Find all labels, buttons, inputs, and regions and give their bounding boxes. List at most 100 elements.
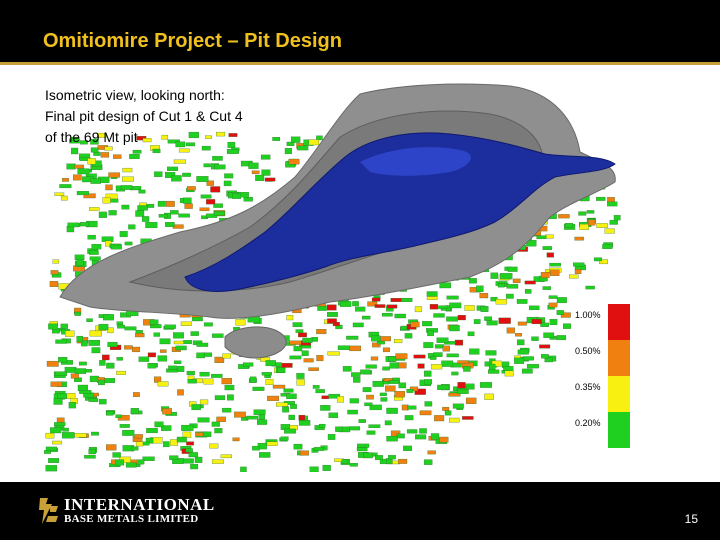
grade-block [60,323,68,329]
grade-block [389,362,399,369]
grade-block [500,273,513,280]
grade-block [506,284,519,289]
grade-block [147,352,156,358]
grade-block [320,405,331,411]
grade-block [607,201,618,207]
grade-block [124,345,133,350]
grade-block [132,149,142,154]
grade-block [181,424,194,431]
grade-block [249,376,257,383]
grade-block [67,222,80,228]
grade-block [423,342,434,348]
grade-block [322,464,331,471]
grade-block [401,297,413,302]
grade-block [473,319,481,324]
grade-block [183,197,192,204]
grade-block [356,447,368,452]
grade-block [102,354,110,361]
grade-block [257,419,268,425]
grade-block [163,441,170,448]
grade-block [543,332,555,338]
grade-block [261,169,271,176]
grade-block [168,365,177,370]
grade-block [406,429,418,434]
grade-block [186,186,196,191]
grade-block [177,389,184,396]
grade-block [371,335,381,342]
grade-block [98,211,107,218]
slide-title: Omitiomire Project – Pit Design [43,30,342,52]
company-name-line2: BASE METALS LIMITED [64,513,199,525]
grade-block [298,332,307,338]
grade-block [227,394,234,401]
grade-block [77,168,90,175]
grade-block [169,439,179,446]
grade-block [504,370,514,377]
grade-block [107,341,118,348]
grade-block [281,363,293,368]
grade-block [187,379,197,384]
grade-block [335,426,343,432]
grade-block [433,313,445,318]
grade-block [185,448,193,453]
grade-block [357,443,370,448]
grade-block [347,409,358,415]
grade-block [328,412,339,418]
grade-block [173,159,187,164]
grade-block [224,384,235,391]
grade-block [122,429,135,436]
grade-block [613,215,621,221]
grade-block [531,336,539,341]
grade-block [89,207,100,211]
grade-block [45,432,55,439]
grade-block [349,463,358,467]
grade-block [131,446,139,451]
grade-block [98,323,109,331]
grade-block [424,401,433,407]
grade-block [388,356,397,362]
grade-block [90,178,101,184]
grade-block [264,177,276,182]
grade-block [129,153,140,159]
grade-block [517,339,525,346]
grade-block [596,223,608,228]
grade-block [183,458,194,464]
grade-block [468,278,477,284]
grade-block [424,370,432,377]
grade-block [178,213,190,218]
legend-label: 0.35% [575,382,601,392]
grade-block [190,463,199,470]
pit-shell-small [224,326,287,359]
grade-block [147,363,157,369]
grade-block [176,436,187,443]
grade-block [93,151,101,156]
grade-block [243,197,253,202]
grade-block [159,338,171,345]
grade-block [517,349,529,355]
grade-block [524,280,536,285]
grade-block [240,466,247,472]
grade-block [112,452,121,458]
grade-block [441,360,454,367]
grade-block [573,262,585,267]
grade-block [449,302,462,309]
grade-block [177,365,185,372]
legend-label: 0.20% [575,418,601,428]
legend-label: 1.00% [575,310,601,320]
grade-block [340,301,352,307]
grade-block [342,366,352,372]
grade-block [196,176,209,182]
grade-block [45,465,58,472]
grade-block [386,304,398,309]
grade-block [446,316,459,322]
grade-block [76,335,83,343]
grade-block [213,211,225,216]
grade-block [116,357,123,361]
grade-block [404,415,414,421]
grade-block [497,283,505,288]
company-logo-icon [39,498,58,524]
grade-block [56,417,65,423]
header-divider [0,62,720,65]
grade-block [498,317,511,324]
grade-block [89,250,99,255]
